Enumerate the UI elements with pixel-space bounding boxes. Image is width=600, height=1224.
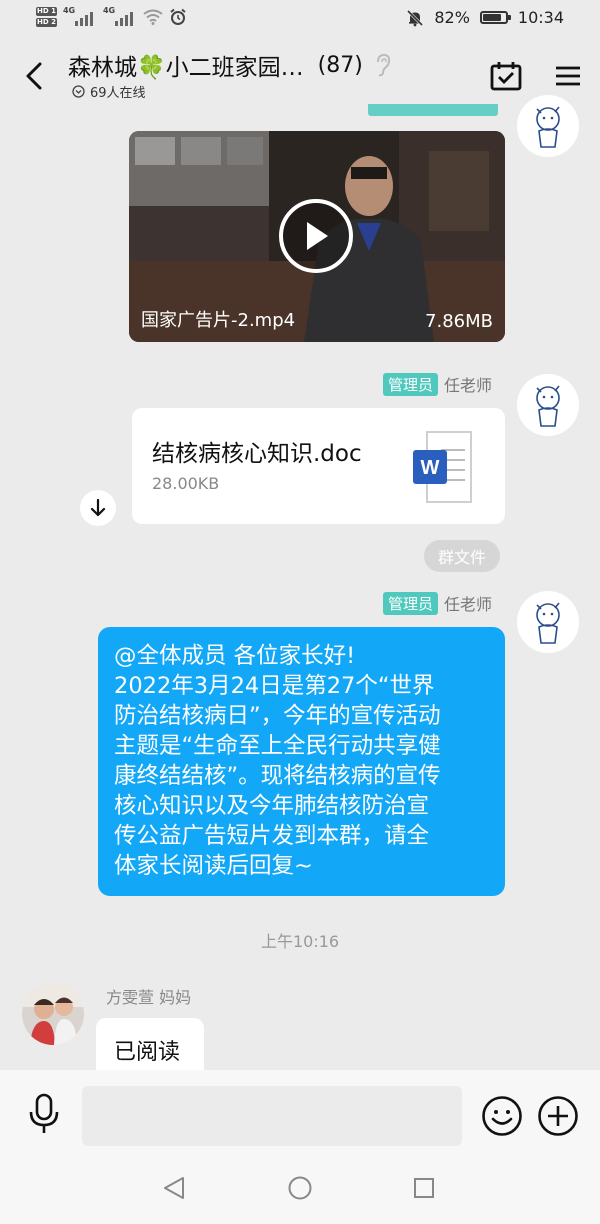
circle-home-icon [288,1176,312,1200]
message-input[interactable] [82,1086,462,1146]
square-recents-icon [414,1178,434,1198]
signal-icon-2: 4G [103,6,137,28]
menu-button[interactable] [548,58,588,94]
sender-name: 任老师 [443,376,492,395]
chat-header: 森林城🍀小二班家园… (87) 69人在线 [0,40,600,110]
smiley-icon [482,1096,522,1136]
nav-home-button[interactable] [284,1172,316,1204]
message-line: @全体成员 各位家长好! [114,643,356,669]
clock: 10:34 [517,8,564,27]
nav-recents-button[interactable] [408,1172,440,1204]
hd1-badge: HD 1 [36,7,57,16]
message-line: 体家长阅读后回复~ [114,853,313,879]
mute-bell-icon [407,9,424,26]
message-line: 防治结核病日”，今年的宣传活动 [114,703,441,729]
cartoon-avatar-icon [517,374,579,436]
timestamp: 上午10:16 [260,932,340,951]
status-bar: HD 1 HD 2 4G 4G 82% 10:34 [0,0,600,40]
reply-avatar[interactable] [22,983,84,1045]
message-line: 传公益广告短片发到本群，请全 [114,823,430,849]
nav-back-button[interactable] [158,1172,190,1204]
message-line: 主题是“生命至上全民行动共享健 [114,733,441,759]
signal-icon: 4G [63,6,97,28]
sender-avatar[interactable] [517,591,579,653]
cartoon-avatar-icon [517,95,579,157]
input-bar [0,1070,600,1148]
video-message[interactable]: 国家广告片-2.mp4 7.86MB [129,131,505,342]
group-title[interactable]: 森林城🍀小二班家园… (87) [68,48,391,82]
ear-icon [376,53,390,77]
calendar-check-icon [490,62,522,91]
hd2-badge: HD 2 [36,18,57,27]
file-message[interactable]: 结核病核心知识.doc 28.00KB W [132,408,505,524]
message-line: 2022年3月24日是第27个“世界 [114,673,435,699]
sender-avatar[interactable] [517,374,579,436]
reply-text: 已阅读 [114,1040,181,1065]
sender-row-text: 管理员 任老师 [382,591,492,615]
voice-button[interactable] [24,1092,64,1136]
clipped-admin-badge [368,104,498,116]
triangle-back-icon [164,1177,184,1199]
status-right: 82% 10:34 [406,8,564,27]
file-name: 结核病核心知识.doc [152,441,362,467]
arrow-down-icon [90,498,106,517]
message-line: 康终结结核”。现将结核病的宣传 [114,763,441,789]
system-nav-bar [0,1148,600,1224]
play-icon [307,222,328,250]
cartoon-avatar-icon [517,591,579,653]
admin-badge: 管理员 [382,372,438,396]
chevron-circle-down-icon [72,85,85,98]
online-count: 69人在线 [90,86,146,101]
alarm-icon [170,8,186,25]
battery-percent: 82% [434,8,470,27]
wifi-icon [143,9,163,25]
sender-name: 任老师 [443,595,492,614]
admin-badge: 管理员 [382,591,438,615]
sender-row-file: 管理员 任老师 [382,372,492,396]
emoji-button[interactable] [480,1094,524,1138]
sender-avatar[interactable] [517,95,579,157]
message-line: 核心知识以及今年肺结核防治宣 [114,793,430,819]
status-left: HD 1 HD 2 4G 4G [36,6,187,28]
group-file-tag[interactable]: 群文件 [424,540,500,572]
back-button[interactable] [18,56,50,96]
microphone-icon [29,1093,59,1133]
file-size: 28.00KB [152,474,220,493]
plus-button[interactable] [536,1094,580,1138]
download-button[interactable] [80,490,116,526]
member-count: (87) [317,52,363,78]
hamburger-menu-icon [556,66,580,86]
plus-icon [538,1096,578,1136]
text-message-bubble[interactable]: @全体成员 各位家长好! 2022年3月24日是第27个“世界 防治结核病日”，… [98,627,505,896]
reply-sender-name: 方雯萱 妈妈 [106,988,192,1007]
play-button[interactable] [279,199,353,273]
chevron-left-icon [26,62,42,90]
svg-text:W: W [421,457,440,479]
group-name: 森林城🍀小二班家园… [68,55,304,81]
word-document-icon: W [413,431,472,503]
video-file-size: 7.86MB [425,311,493,332]
calendar-button[interactable] [486,58,526,94]
online-status[interactable]: 69人在线 [72,82,146,101]
photo-avatar [22,983,84,1045]
battery-icon [479,11,511,24]
video-file-name: 国家广告片-2.mp4 [141,310,296,331]
